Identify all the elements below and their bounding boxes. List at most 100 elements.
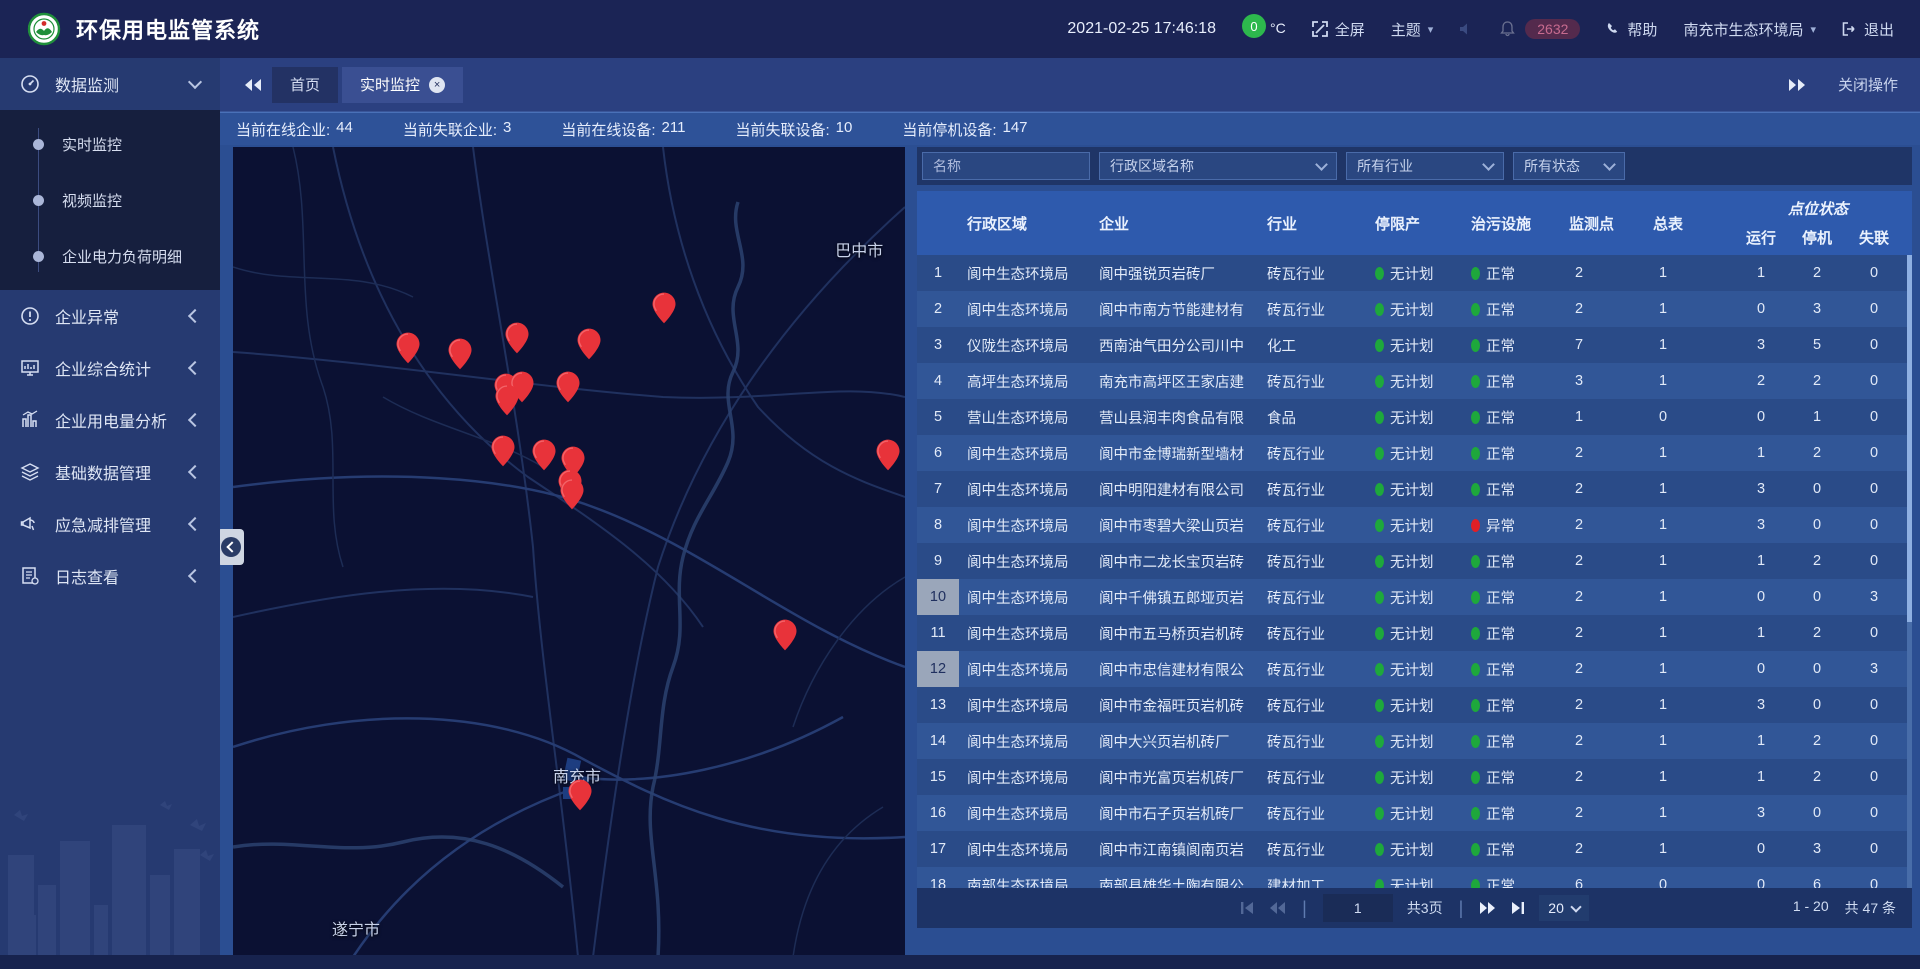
region-filter-select[interactable]: 行政区域名称	[1099, 152, 1337, 180]
cell-region: 阆中生态环境局	[959, 831, 1091, 867]
stop-plan-label: 无计划	[1390, 479, 1434, 500]
sub-header-0: 运行	[1733, 227, 1789, 248]
row-index: 12	[917, 651, 959, 687]
table-row[interactable]: 10阆中生态环境局阆中千佛镇五郎垭页岩砖瓦行业无计划正常21003	[917, 579, 1912, 615]
help-button[interactable]: 帮助	[1606, 19, 1657, 40]
table-row[interactable]: 14阆中生态环境局阆中大兴页岩机砖厂砖瓦行业无计划正常21120	[917, 723, 1912, 759]
sidebar-item-2[interactable]: 企业综合统计	[0, 342, 220, 394]
facility-status-label: 正常	[1486, 659, 1515, 680]
map-pin-8[interactable]	[557, 371, 580, 402]
cell-stop-plan: 无计划	[1367, 543, 1463, 579]
row-index: 6	[917, 435, 959, 471]
cell-facility-status: 正常	[1463, 291, 1561, 327]
sidebar-item-1[interactable]: 企业异常	[0, 290, 220, 342]
next-page-button[interactable]	[1479, 901, 1496, 915]
table-row[interactable]: 5营山生态环境局营山县润丰肉食品有限食品无计划正常10010	[917, 399, 1912, 435]
table-row[interactable]: 9阆中生态环境局阆中市二龙长宝页岩砖砖瓦行业无计划正常21120	[917, 543, 1912, 579]
close-operations-button[interactable]: 关闭操作	[1838, 74, 1898, 95]
table-row[interactable]: 18南部生态环境局南部县雄华土陶有限公建材加工无计划正常60060	[917, 867, 1912, 888]
map-pin-13[interactable]	[561, 478, 584, 509]
sidebar-item-label: 企业用电量分析	[55, 408, 167, 432]
status-dot	[1471, 627, 1480, 640]
sidebar-subitem-0[interactable]: 实时监控	[0, 116, 220, 172]
page-size-select[interactable]: 20	[1539, 895, 1589, 921]
table-row[interactable]: 2阆中生态环境局阆中市南方节能建材有砖瓦行业无计划正常21030	[917, 291, 1912, 327]
row-index: 16	[917, 795, 959, 831]
sidebar-item-0[interactable]: 数据监测	[0, 58, 220, 110]
theme-dropdown[interactable]: 主题 ▾	[1391, 19, 1434, 40]
map-pin-4[interactable]	[653, 292, 676, 323]
industry-filter-select[interactable]: 所有行业	[1346, 152, 1504, 180]
panel-collapse-handle[interactable]	[217, 529, 244, 565]
cell-meter: 0	[1645, 399, 1733, 435]
tabs-scroll-left-button[interactable]	[244, 78, 262, 92]
map-pin-14[interactable]	[876, 439, 899, 470]
map-pin-3[interactable]	[578, 329, 601, 360]
row-index: 15	[917, 759, 959, 795]
page-number-input[interactable]	[1323, 894, 1393, 922]
sidebar-item-3[interactable]: 企业用电量分析	[0, 394, 220, 446]
table-row[interactable]: 11阆中生态环境局阆中市五马桥页岩机砖砖瓦行业无计划正常21120	[917, 615, 1912, 651]
table-row[interactable]: 3仪陇生态环境局西南油气田分公司川中化工无计划正常71350	[917, 327, 1912, 363]
notifications-button[interactable]	[1500, 21, 1515, 37]
scrollbar-thumb[interactable]	[1907, 255, 1912, 622]
map-panel[interactable]: 巴中市南充市遂宁市	[233, 147, 905, 955]
map-pin-10[interactable]	[533, 439, 556, 470]
col-header-0: 行政区域	[959, 191, 1091, 255]
status-dot	[1375, 447, 1384, 460]
stat-value: 3	[503, 119, 511, 140]
tab-1[interactable]: 实时监控×	[342, 67, 463, 103]
main-area: 首页实时监控× 关闭操作 当前在线企业:44当前失联企业:3当前在线设备:211…	[220, 58, 1920, 955]
table-row[interactable]: 13阆中生态环境局阆中市金福旺页岩机砖砖瓦行业无计划正常21300	[917, 687, 1912, 723]
map-pin-16[interactable]	[569, 779, 592, 810]
prev-page-button[interactable]	[1269, 901, 1286, 915]
first-page-button[interactable]	[1240, 901, 1255, 915]
mute-button[interactable]	[1459, 22, 1474, 36]
map-pin-7[interactable]	[496, 384, 519, 415]
stat-label: 当前失联企业:	[403, 119, 497, 140]
map-pin-9[interactable]	[492, 435, 515, 466]
stop-plan-label: 无计划	[1390, 299, 1434, 320]
map-pin-1[interactable]	[449, 338, 472, 369]
table-row[interactable]: 17阆中生态环境局阆中市江南镇阆南页岩砖瓦行业无计划正常21030	[917, 831, 1912, 867]
org-dropdown[interactable]: 南充市生态环境局 ▾	[1683, 19, 1816, 40]
cell-stopped: 0	[1789, 687, 1845, 723]
table-row[interactable]: 6阆中生态环境局阆中市金博瑞新型墙材砖瓦行业无计划正常21120	[917, 435, 1912, 471]
cell-facility-status: 正常	[1463, 399, 1561, 435]
close-icon[interactable]: ×	[429, 77, 445, 93]
sidebar-item-6[interactable]: 日志查看	[0, 550, 220, 602]
sidebar-item-4[interactable]: 基础数据管理	[0, 446, 220, 498]
status-filter-select[interactable]: 所有状态	[1513, 152, 1625, 180]
fullscreen-button[interactable]: 全屏	[1312, 19, 1365, 40]
table-row[interactable]: 8阆中生态环境局阆中市枣碧大梁山页岩砖瓦行业无计划异常21300	[917, 507, 1912, 543]
row-index: 13	[917, 687, 959, 723]
table-row[interactable]: 12阆中生态环境局阆中市忠信建材有限公砖瓦行业无计划正常21003	[917, 651, 1912, 687]
map-pin-15[interactable]	[773, 619, 796, 650]
map-pin-2[interactable]	[505, 323, 528, 354]
table-row[interactable]: 4高坪生态环境局南充市高坪区王家店建砖瓦行业无计划正常31220	[917, 363, 1912, 399]
sidebar: 数据监测实时监控视频监控企业电力负荷明细企业异常企业综合统计企业用电量分析基础数…	[0, 58, 220, 955]
table-row[interactable]: 16阆中生态环境局阆中市石子页岩机砖厂砖瓦行业无计划正常21300	[917, 795, 1912, 831]
tabs-scroll-right-button[interactable]	[1788, 78, 1806, 92]
table-row[interactable]: 7阆中生态环境局阆中明阳建材有限公司砖瓦行业无计划正常21300	[917, 471, 1912, 507]
name-filter-input[interactable]	[922, 152, 1090, 180]
notification-count-badge[interactable]: 2632	[1525, 19, 1580, 39]
layers-icon	[20, 462, 42, 482]
map-pin-0[interactable]	[396, 333, 419, 364]
status-dot	[1471, 807, 1480, 820]
cell-company: 阆中市枣碧大梁山页岩	[1091, 507, 1259, 543]
cell-lost: 0	[1845, 831, 1903, 867]
logout-button[interactable]: 退出	[1842, 19, 1894, 40]
app-root: 环保用电监管系统 2021-02-25 17:46:18 0 °C 全屏 主题 …	[0, 0, 1920, 969]
table-scrollbar[interactable]	[1907, 255, 1912, 888]
table-row[interactable]: 1阆中生态环境局阆中强锐页岩砖厂砖瓦行业无计划正常21120	[917, 255, 1912, 291]
sidebar-subitem-2[interactable]: 企业电力负荷明细	[0, 228, 220, 284]
divider: |	[1302, 898, 1307, 919]
sidebar-item-5[interactable]: 应急减排管理	[0, 498, 220, 550]
sidebar-subitem-1[interactable]: 视频监控	[0, 172, 220, 228]
tab-0[interactable]: 首页	[272, 67, 338, 103]
table-row[interactable]: 15阆中生态环境局阆中市光富页岩机砖厂砖瓦行业无计划正常21120	[917, 759, 1912, 795]
cell-points: 2	[1561, 651, 1645, 687]
last-page-button[interactable]	[1510, 901, 1525, 915]
facility-status-label: 正常	[1486, 803, 1515, 824]
